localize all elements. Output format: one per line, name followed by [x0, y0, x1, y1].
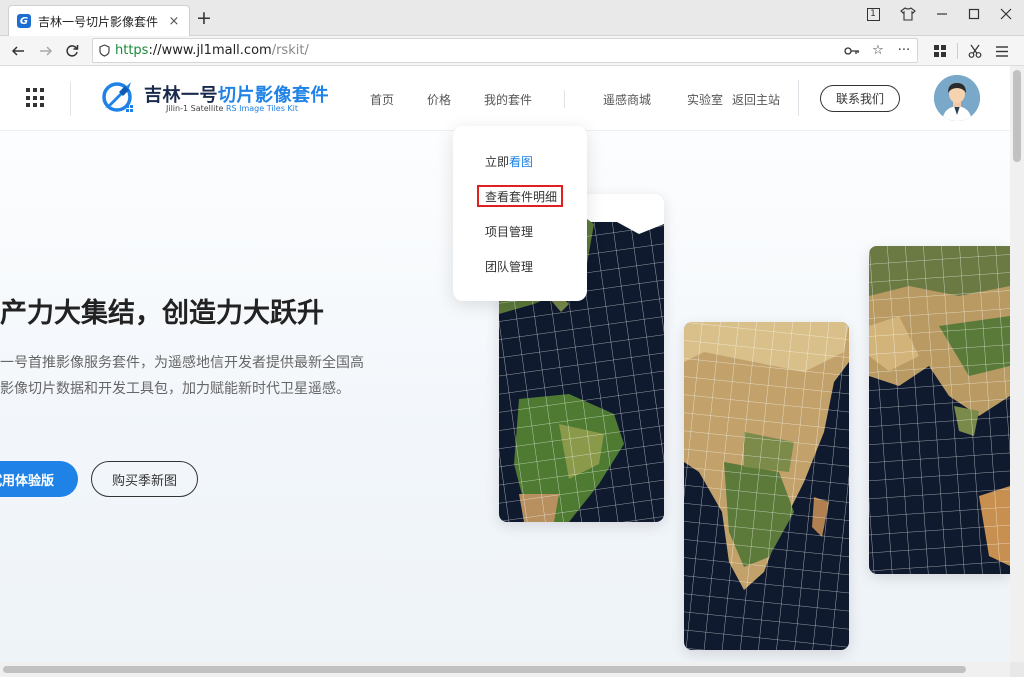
url-text[interactable]: https://www.jl1mall.com/rskit/	[115, 43, 839, 58]
forward-icon[interactable]	[36, 41, 56, 61]
nav-back-main[interactable]: 返回主站	[732, 91, 780, 108]
key-icon[interactable]	[839, 46, 865, 56]
browser-tab[interactable]: G 吉林一号切片影像套件 ×	[8, 5, 190, 36]
site-favicon-icon: G	[17, 14, 31, 28]
map-image-asia	[869, 246, 1010, 574]
logo-icon[interactable]	[99, 78, 137, 116]
nav-price[interactable]: 价格	[427, 91, 451, 108]
map-image-africa	[684, 322, 849, 650]
window-close-icon[interactable]	[996, 3, 1016, 25]
tab-count-badge[interactable]: 1	[865, 3, 881, 25]
dropdown-item-view-image[interactable]: 立即看图	[485, 153, 533, 170]
tab-title: 吉林一号切片影像套件	[38, 14, 159, 29]
highlight-box	[477, 185, 563, 207]
logo-subtitle-blue: RS Image Tiles Kit	[225, 104, 299, 113]
hero-description: 一号首推影像服务套件，为遥感地信开发者提供最新全国高 影像切片数据和开发工具包，…	[0, 350, 364, 402]
map-card-asia	[869, 246, 1010, 574]
horizontal-scroll-thumb[interactable]	[3, 666, 966, 673]
url-host: ://www.jl1mall.com	[148, 43, 272, 58]
hero-description-line2: 影像切片数据和开发工具包，加力赋能新时代卫星遥感。	[0, 381, 350, 397]
vertical-scroll-thumb[interactable]	[1013, 70, 1021, 162]
dropdown-item-project-management[interactable]: 项目管理	[485, 223, 533, 240]
page-viewport: 产力大集结，创造力大跃升 一号首推影像服务套件，为遥感地信开发者提供最新全国高 …	[0, 66, 1010, 662]
browser-toolbar: https://www.jl1mall.com/rskit/ ☆ ···	[0, 36, 1024, 66]
menu-icon[interactable]	[992, 41, 1012, 61]
url-scheme: https	[115, 43, 149, 58]
site-header: 吉林一号切片影像套件 Jilin-1 Satellite RS Image Ti…	[0, 66, 1010, 131]
minimize-icon[interactable]	[932, 3, 952, 25]
scrollbar-corner	[1010, 662, 1024, 677]
address-bar[interactable]: https://www.jl1mall.com/rskit/ ☆ ···	[92, 38, 918, 63]
horizontal-scrollbar[interactable]	[0, 662, 1010, 677]
nav-lab[interactable]: 实验室	[687, 91, 723, 108]
url-path: /rskit/	[271, 43, 309, 58]
nav-my-kits[interactable]: 我的套件	[484, 91, 532, 108]
reload-icon[interactable]	[62, 41, 82, 61]
trial-button[interactable]: 试用体验版	[0, 461, 78, 497]
toolbar-divider	[957, 43, 958, 59]
header-divider	[70, 82, 71, 116]
dropdown-item-view-image-prefix: 立即	[485, 155, 510, 169]
more-icon[interactable]: ···	[891, 43, 917, 58]
buy-button[interactable]: 购买季新图	[91, 461, 198, 497]
grid-icon[interactable]	[930, 41, 950, 61]
avatar-image	[934, 75, 980, 121]
scissors-icon[interactable]	[965, 41, 985, 61]
contact-button[interactable]: 联系我们	[820, 85, 900, 112]
hero-description-line1: 一号首推影像服务套件，为遥感地信开发者提供最新全国高	[0, 355, 364, 371]
avatar[interactable]	[934, 75, 980, 121]
logo-title-dark: 吉林一号	[144, 85, 218, 106]
dropdown-item-team-management[interactable]: 团队管理	[485, 258, 533, 275]
nav-mall[interactable]: 遥感商城	[603, 91, 651, 108]
skin-icon[interactable]	[898, 3, 918, 25]
my-kits-dropdown: 立即看图 查看套件明细 项目管理 团队管理	[453, 126, 587, 301]
logo-subtitle: Jilin-1 Satellite RS Image Tiles Kit	[166, 104, 298, 113]
dropdown-item-view-image-highlight: 看图	[509, 155, 534, 169]
new-tab-button[interactable]: +	[196, 8, 212, 28]
hero-title: 产力大集结，创造力大跃升	[0, 298, 324, 329]
tab-count-number: 1	[866, 7, 880, 21]
shield-icon[interactable]	[93, 44, 115, 57]
map-card-africa	[684, 322, 849, 650]
nav-divider	[564, 90, 565, 108]
browser-tab-bar: G 吉林一号切片影像套件 × + 1	[0, 0, 1024, 36]
star-icon[interactable]: ☆	[865, 43, 891, 58]
back-icon[interactable]	[8, 41, 28, 61]
logo-subtitle-dark: Jilin-1 Satellite	[166, 104, 226, 113]
nav-home[interactable]: 首页	[370, 91, 394, 108]
vertical-scrollbar[interactable]	[1010, 66, 1024, 662]
apps-grid-icon[interactable]	[26, 88, 46, 108]
tab-close-icon[interactable]: ×	[167, 14, 181, 29]
logo-title-blue: 切片影像套件	[218, 85, 329, 106]
nav-divider-right	[798, 80, 799, 116]
maximize-icon[interactable]	[964, 3, 984, 25]
